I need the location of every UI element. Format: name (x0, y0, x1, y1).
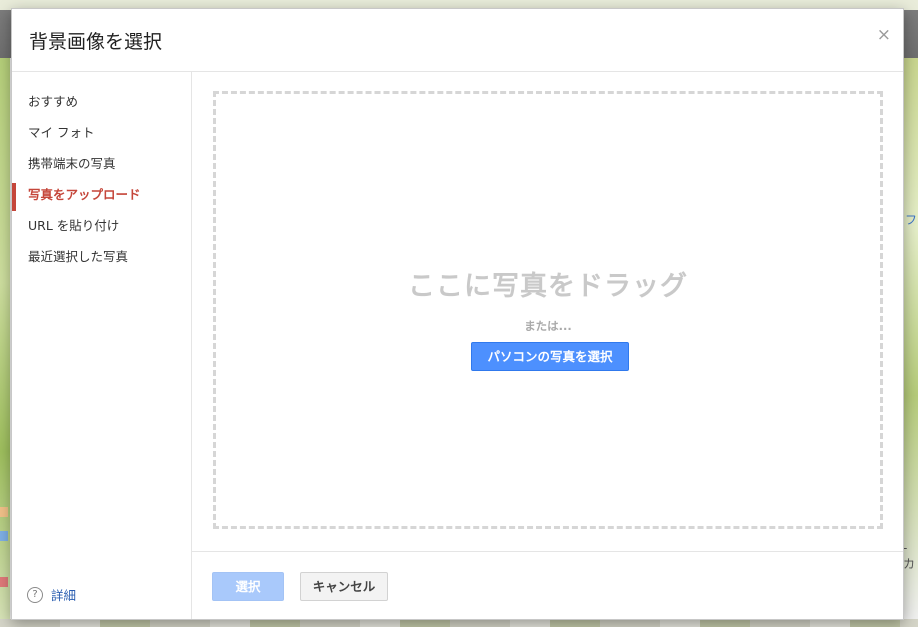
upload-panel: ここに写真をドラッグ または... パソコンの写真を選択 (192, 71, 903, 551)
source-nav-list: おすすめ マイ フォト 携帯端末の写真 写真をアップロード URL を貼り付け … (12, 88, 191, 274)
dialog-header: 背景画像を選択 × (12, 9, 903, 72)
background-blip (0, 577, 8, 587)
sidebar-item-recommended[interactable]: おすすめ (12, 88, 191, 119)
source-sidebar: おすすめ マイ フォト 携帯端末の写真 写真をアップロード URL を貼り付け … (12, 71, 192, 619)
photo-drop-zone[interactable]: ここに写真をドラッグ または... パソコンの写真を選択 (213, 91, 883, 529)
close-icon[interactable]: × (877, 26, 891, 44)
choose-computer-photo-button[interactable]: パソコンの写真を選択 (471, 342, 629, 371)
select-background-dialog: 背景画像を選択 × おすすめ マイ フォト 携帯端末の写真 写真をアップロード … (11, 8, 904, 620)
background-edge-text: フ (905, 213, 918, 227)
drop-or-text: または... (524, 319, 572, 333)
help-link-label: 詳細 (51, 588, 77, 603)
background-bottom-strip (0, 619, 918, 627)
sidebar-item-paste-url[interactable]: URL を貼り付け (12, 212, 191, 243)
help-icon: ? (27, 586, 43, 603)
background-blip (0, 507, 8, 517)
background-blip (0, 531, 8, 541)
sidebar-item-my-photos[interactable]: マイ フォト (12, 119, 191, 150)
background-edge-text: -カ (903, 541, 916, 571)
sidebar-item-upload-photo[interactable]: 写真をアップロード (12, 181, 191, 212)
select-button[interactable]: 選択 (212, 572, 284, 601)
drop-heading: ここに写真をドラッグ (408, 271, 688, 302)
background-right-strip (903, 58, 918, 620)
sidebar-item-recent-selections[interactable]: 最近選択した写真 (12, 243, 191, 274)
sidebar-item-phone-photos[interactable]: 携帯端末の写真 (12, 150, 191, 181)
dialog-footer: 選択 キャンセル (192, 551, 903, 619)
help-link[interactable]: ? 詳細 (27, 585, 76, 604)
cancel-button[interactable]: キャンセル (300, 572, 388, 601)
dialog-title: 背景画像を選択 (29, 31, 163, 53)
